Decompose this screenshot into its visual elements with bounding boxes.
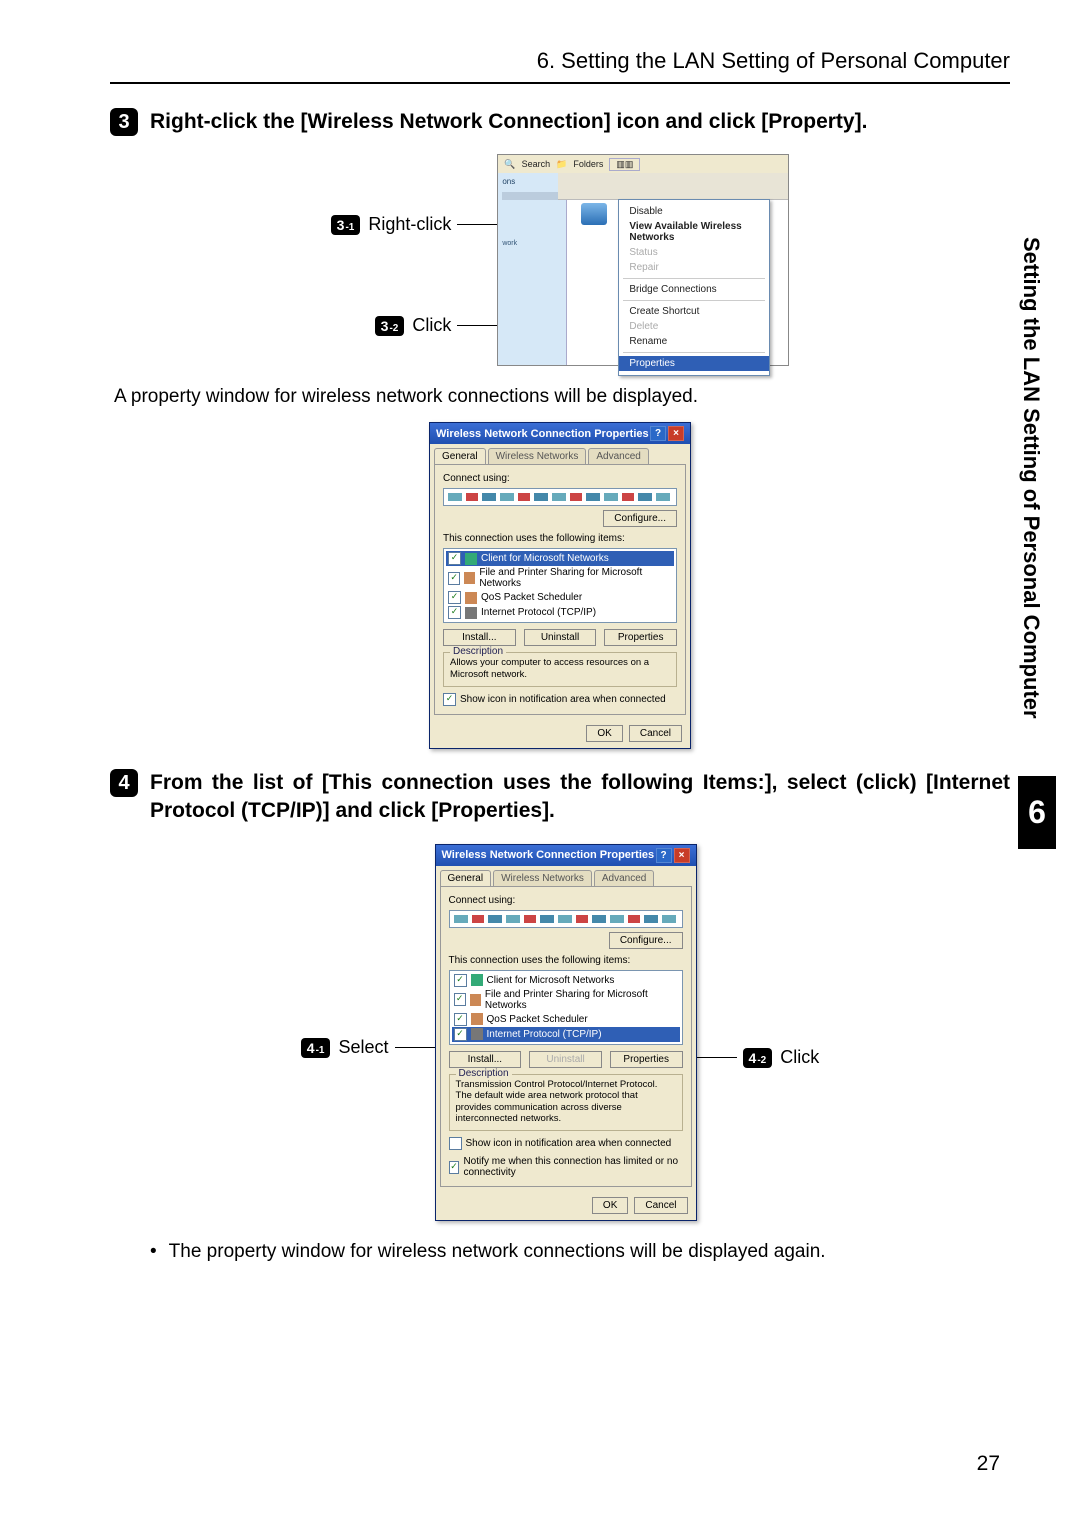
dlg2-tab-general[interactable]: General <box>440 870 492 886</box>
dlg2-description-group: Description Transmission Control Protoco… <box>449 1074 683 1132</box>
step-4-badge: 4 <box>110 769 138 797</box>
dlg2-connect-using-label: Connect using: <box>449 895 683 906</box>
dlg2-properties-button[interactable]: Properties <box>610 1051 683 1068</box>
page-number: 27 <box>977 1452 1000 1476</box>
ctx-repair[interactable]: Repair <box>619 260 769 275</box>
badge-3-1: 3-1 <box>331 215 361 235</box>
callout-3-1: 3-1 Right-click <box>331 214 498 235</box>
dlg2-items-label: This connection uses the following items… <box>449 955 683 966</box>
dlg2-adapter-field <box>449 910 683 928</box>
badge-3-2: 3-2 <box>375 316 405 336</box>
properties-dialog-1: Wireless Network Connection Properties ?… <box>429 422 691 749</box>
explorer-main-strip <box>558 173 788 200</box>
side-tab-label: Setting the LAN Setting of Personal Comp… <box>1018 180 1044 768</box>
dlg2-uninstall-button: Uninstall <box>529 1051 602 1068</box>
note-after-step3: A property window for wireless network c… <box>114 386 1010 408</box>
step-4: 4 From the list of [This connection uses… <box>110 769 1010 826</box>
screenshot-explorer: 🔍Search 📁Folders ▥▥ ons work Disable Vie… <box>497 154 789 366</box>
dlg1-titlebar: Wireless Network Connection Properties ?… <box>430 423 690 444</box>
dlg2-notify-check[interactable]: ✓Notify me when this connection has limi… <box>449 1156 683 1178</box>
dlg2-help-button[interactable]: ? <box>656 848 672 863</box>
dlg2-tab-advanced[interactable]: Advanced <box>594 870 654 886</box>
dlg1-cancel-button[interactable]: Cancel <box>629 725 682 742</box>
figure-1: 3-1 Right-click 3-2 Click 🔍Search 📁Folde… <box>110 154 1010 366</box>
dlg1-tabs: General Wireless Networks Advanced <box>430 444 690 464</box>
dlg2-configure-button[interactable]: Configure... <box>609 932 683 949</box>
dlg1-items-list: ✓Client for Microsoft Networks ✓File and… <box>443 548 677 623</box>
item-client[interactable]: ✓Client for Microsoft Networks <box>446 551 674 566</box>
dlg2-item-fileprint[interactable]: ✓File and Printer Sharing for Microsoft … <box>452 988 680 1012</box>
callout-4-2: 4-2 Click <box>697 1047 820 1068</box>
dlg1-configure-button[interactable]: Configure... <box>603 510 677 527</box>
header-rule <box>110 82 1010 84</box>
callout-3-2: 3-2 Click <box>375 315 498 336</box>
dlg2-tab-wireless[interactable]: Wireless Networks <box>493 870 592 886</box>
step-3-text: Right-click the [Wireless Network Connec… <box>150 108 867 136</box>
dlg2-close-button[interactable]: × <box>674 848 690 863</box>
dlg2-items-list: ✓Client for Microsoft Networks ✓File and… <box>449 970 683 1045</box>
callout-4-1-label: Select <box>338 1037 388 1058</box>
bullet-after-step4: • The property window for wireless netwo… <box>150 1241 1010 1263</box>
dlg2-install-button[interactable]: Install... <box>449 1051 522 1068</box>
callout-3-2-label: Click <box>412 315 451 336</box>
ctx-delete[interactable]: Delete <box>619 319 769 334</box>
properties-dialog-2: Wireless Network Connection Properties ?… <box>435 844 697 1222</box>
dlg1-adapter-field <box>443 488 677 506</box>
dlg1-install-button[interactable]: Install... <box>443 629 516 646</box>
dlg1-ok-button[interactable]: OK <box>586 725 622 742</box>
step-3-badge: 3 <box>110 108 138 136</box>
context-menu: Disable View Available Wireless Networks… <box>618 199 770 376</box>
page-header-title: 6. Setting the LAN Setting of Personal C… <box>110 48 1010 74</box>
dlg1-uninstall-button[interactable]: Uninstall <box>524 629 597 646</box>
dlg2-ok-button[interactable]: OK <box>592 1197 628 1214</box>
dlg1-items-label: This connection uses the following items… <box>443 533 677 544</box>
side-tab: Setting the LAN Setting of Personal Comp… <box>1018 180 1056 1146</box>
explorer-toolbar: 🔍Search 📁Folders ▥▥ <box>498 155 788 173</box>
help-button[interactable]: ? <box>650 426 666 441</box>
dlg2-item-qos[interactable]: ✓QoS Packet Scheduler <box>452 1012 680 1027</box>
item-fileprint[interactable]: ✓File and Printer Sharing for Microsoft … <box>446 566 674 590</box>
tab-advanced[interactable]: Advanced <box>588 448 648 464</box>
dlg2-item-client[interactable]: ✓Client for Microsoft Networks <box>452 973 680 988</box>
ctx-shortcut[interactable]: Create Shortcut <box>619 304 769 319</box>
ctx-bridge[interactable]: Bridge Connections <box>619 282 769 297</box>
callout-4-2-label: Click <box>780 1047 819 1068</box>
dlg2-description-text: Transmission Control Protocol/Internet P… <box>456 1079 676 1125</box>
dlg1-properties-button[interactable]: Properties <box>604 629 677 646</box>
dlg2-titlebar: Wireless Network Connection Properties ?… <box>436 845 696 866</box>
tab-general[interactable]: General <box>434 448 486 464</box>
callout-3-1-label: Right-click <box>368 214 451 235</box>
wireless-connection-icon[interactable] <box>574 203 614 227</box>
dlg2-tabs: General Wireless Networks Advanced <box>436 866 696 886</box>
badge-4-2: 4-2 <box>743 1048 773 1068</box>
dlg1-title: Wireless Network Connection Properties <box>436 428 649 440</box>
step-3: 3 Right-click the [Wireless Network Conn… <box>110 108 1010 136</box>
ctx-disable[interactable]: Disable <box>619 204 769 219</box>
ctx-status[interactable]: Status <box>619 245 769 260</box>
dlg1-showicon-check[interactable]: ✓Show icon in notification area when con… <box>443 693 677 706</box>
item-qos[interactable]: ✓QoS Packet Scheduler <box>446 590 674 605</box>
dlg2-item-tcpip[interactable]: ✓Internet Protocol (TCP/IP) <box>452 1027 680 1042</box>
figure-3: 4-1 Select Wireless Network Connection P… <box>110 844 1010 1222</box>
ctx-rename[interactable]: Rename <box>619 334 769 349</box>
tab-wireless[interactable]: Wireless Networks <box>488 448 587 464</box>
close-button[interactable]: × <box>668 426 684 441</box>
dlg1-description-text: Allows your computer to access resources… <box>450 657 670 680</box>
badge-4-1: 4-1 <box>301 1038 331 1058</box>
ctx-properties[interactable]: Properties <box>619 356 769 371</box>
dlg2-title: Wireless Network Connection Properties <box>442 849 655 861</box>
step-4-text: From the list of [This connection uses t… <box>150 769 1010 826</box>
explorer-sidepane: ons work <box>498 173 567 365</box>
item-tcpip[interactable]: ✓Internet Protocol (TCP/IP) <box>446 605 674 620</box>
side-tab-chapter: 6 <box>1018 776 1056 849</box>
ctx-view-networks[interactable]: View Available Wireless Networks <box>619 219 769 245</box>
figure-2: Wireless Network Connection Properties ?… <box>110 422 1010 749</box>
callout-4-1: 4-1 Select <box>301 1037 435 1058</box>
dlg1-connect-using-label: Connect using: <box>443 473 677 484</box>
dlg2-showicon-check[interactable]: Show icon in notification area when conn… <box>449 1137 683 1150</box>
dlg1-description-group: Description Allows your computer to acce… <box>443 652 677 687</box>
dlg2-cancel-button[interactable]: Cancel <box>634 1197 687 1214</box>
